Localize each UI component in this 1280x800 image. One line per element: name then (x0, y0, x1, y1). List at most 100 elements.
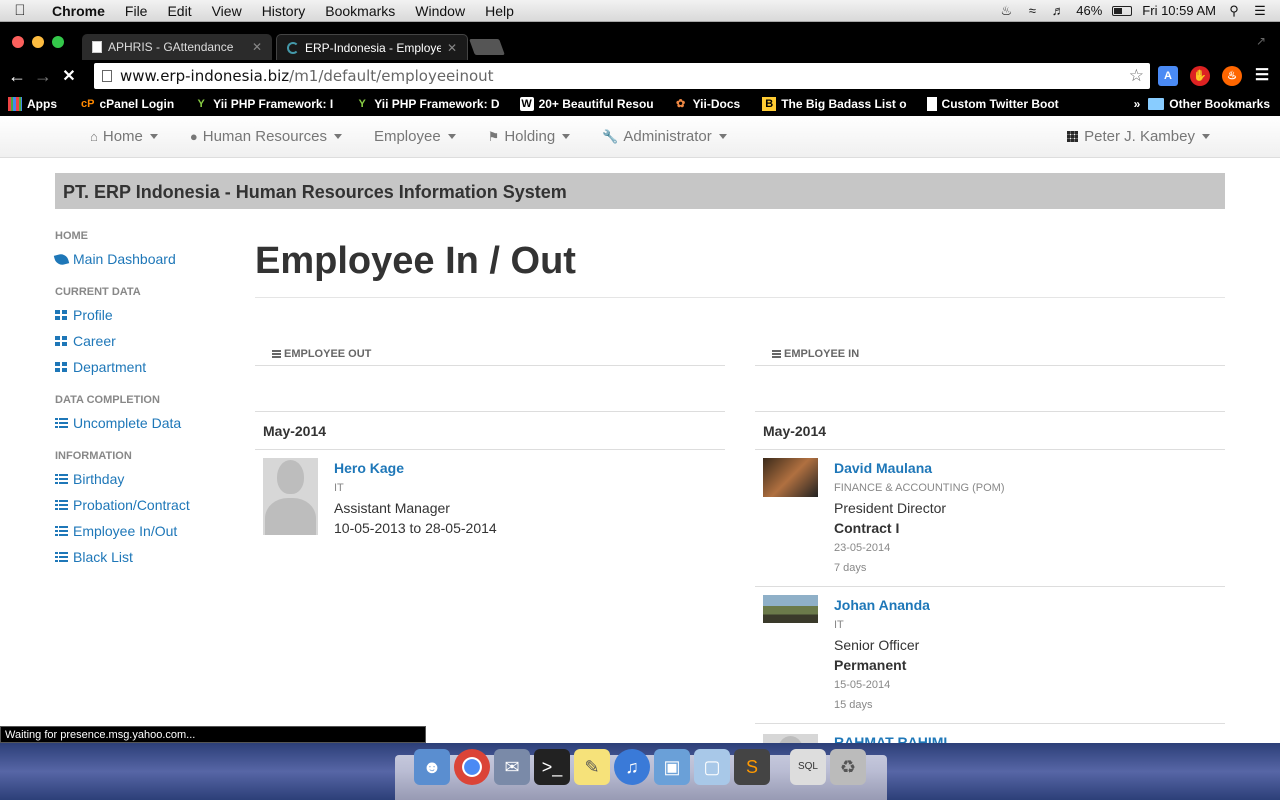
nav-home[interactable]: ⌂ Home (74, 128, 174, 145)
tab-aphris[interactable]: APHRIS - GAttendance ✕ (82, 34, 272, 60)
avatar (263, 458, 318, 535)
avatar (763, 595, 818, 623)
sql-file-icon[interactable]: SQL (790, 749, 826, 785)
sublime-text-icon[interactable]: S (734, 749, 770, 785)
days-count: 15 days (834, 699, 873, 711)
notification-list-icon[interactable]: ☰ (1252, 3, 1268, 18)
days-count: 7 days (834, 562, 867, 574)
chrome-icon[interactable] (454, 749, 490, 785)
employment-period: 10-05-2013 to 28-05-2014 (334, 520, 497, 536)
list-item: Johan Ananda IT Senior Officer Permanent… (755, 587, 1225, 724)
sidebar-item-main-dashboard[interactable]: Main Dashboard (53, 246, 245, 272)
w-icon: W (519, 97, 534, 111)
sidebar-item-department[interactable]: Department (55, 354, 245, 380)
nav-human-resources[interactable]: ● Human Resources (174, 128, 358, 145)
tiles-icon (55, 361, 68, 373)
menu-bookmarks[interactable]: Bookmarks (315, 3, 405, 19)
zoom-window-button[interactable] (52, 36, 64, 48)
sidebar-item-employee-in-out[interactable]: Employee In/Out (55, 518, 245, 544)
nav-employee[interactable]: Employee (358, 128, 472, 145)
tiles-icon (55, 335, 68, 347)
employee-department: FINANCE & ACCOUNTING (POM) (834, 482, 1005, 494)
stop-loading-icon[interactable]: ✕ (56, 66, 82, 86)
bookmark-beautiful-resources[interactable]: W 20+ Beautiful Resou (514, 97, 660, 111)
sidebar-item-profile[interactable]: Profile (55, 302, 245, 328)
menu-edit[interactable]: Edit (157, 3, 201, 19)
volume-icon[interactable]: ♬ (1050, 3, 1066, 18)
back-arrow-icon[interactable]: ← (4, 66, 30, 87)
list-item: David Maulana FINANCE & ACCOUNTING (POM)… (755, 450, 1225, 587)
bookmark-custom-twitter-bootstrap[interactable]: Custom Twitter Boot (921, 97, 1065, 111)
employee-name-link[interactable]: Hero Kage (334, 458, 497, 478)
terminal-icon[interactable]: >_ (534, 749, 570, 785)
badass-list-icon: B (762, 97, 777, 111)
spotlight-search-icon[interactable]: ⚲ (1226, 3, 1242, 18)
bookmark-label: Yii PHP Framework: I (213, 97, 334, 111)
employee-out-panel: EMPLOYEE OUT May-2014 Hero Kage IT Assis… (255, 342, 725, 546)
menu-view[interactable]: View (202, 3, 252, 19)
yii-docs-icon: ✿ (676, 98, 686, 110)
menu-help[interactable]: Help (475, 3, 524, 19)
sidebar-item-career[interactable]: Career (55, 328, 245, 354)
apple-icon[interactable]:  (0, 2, 40, 19)
translate-extension-icon[interactable]: A (1158, 66, 1178, 86)
cube-app-icon[interactable]: ▢ (694, 749, 730, 785)
tab-erp-indonesia[interactable]: ERP-Indonesia - Employee ✕ (276, 34, 468, 60)
address-bar[interactable]: www.erp-indonesia.biz/m1/default/employe… (94, 63, 1150, 89)
nav-holding[interactable]: ⚑ Holding (472, 128, 587, 145)
bookmark-cpanel[interactable]: cP cPanel Login (75, 97, 180, 111)
sidebar-item-black-list[interactable]: Black List (55, 544, 245, 570)
employee-department: IT (834, 619, 844, 631)
wifi-icon[interactable]: ≈ (1024, 3, 1040, 18)
mail-icon[interactable]: ✉ (494, 749, 530, 785)
finder-icon[interactable]: ☻ (414, 749, 450, 785)
virtualbox-icon[interactable]: ▣ (654, 749, 690, 785)
stickies-icon[interactable]: ✎ (574, 749, 610, 785)
bookmark-label: cPanel Login (99, 97, 175, 111)
bell-icon[interactable]: ♨ (998, 3, 1014, 18)
employment-status: Contract I (834, 520, 900, 536)
stop-extension-icon[interactable]: ✋ (1190, 66, 1210, 86)
bookmark-big-badass-list[interactable]: B The Big Badass List o (756, 97, 912, 111)
trash-icon[interactable]: ♻ (830, 749, 866, 785)
close-tab-icon[interactable]: ✕ (447, 41, 457, 55)
bookmark-label: The Big Badass List o (781, 97, 907, 111)
caret-down-icon (333, 134, 342, 139)
clock[interactable]: Fri 10:59 AM (1142, 3, 1216, 18)
menu-history[interactable]: History (252, 3, 316, 19)
flag-icon: ⚑ (487, 128, 500, 144)
sidebar-item-label: Profile (73, 307, 113, 323)
minimize-window-button[interactable] (32, 36, 44, 48)
employee-name-link[interactable]: Johan Ananda (834, 595, 930, 615)
sidebar-item-probation-contract[interactable]: Probation/Contract (55, 492, 245, 518)
chrome-menu-icon[interactable]: ☰ (1252, 66, 1272, 86)
itunes-icon[interactable]: ♫ (614, 749, 650, 785)
bookmark-apps[interactable]: Apps (0, 97, 63, 111)
bookmark-star-icon[interactable]: ☆ (1129, 66, 1144, 86)
nav-administrator[interactable]: 🔧 Administrator (586, 128, 743, 145)
firebug-extension-icon[interactable]: ♨ (1222, 66, 1242, 86)
menu-file[interactable]: File (115, 3, 158, 19)
menu-window[interactable]: Window (405, 3, 475, 19)
bookmark-yii-docs[interactable]: ✿ Yii-Docs (668, 97, 747, 111)
sidebar-item-uncomplete-data[interactable]: Uncomplete Data (55, 410, 245, 436)
document-icon (92, 41, 102, 53)
tiles-icon (55, 309, 68, 321)
bookmark-yii-framework-2[interactable]: Y Yii PHP Framework: D (349, 97, 505, 111)
close-window-button[interactable] (12, 36, 24, 48)
more-bookmarks-chevron[interactable]: » (1126, 97, 1149, 111)
bookmark-yii-framework-1[interactable]: Y Yii PHP Framework: I (188, 97, 339, 111)
battery-icon[interactable] (1112, 5, 1133, 16)
employee-name-link[interactable]: David Maulana (834, 458, 1005, 478)
close-tab-icon[interactable]: ✕ (252, 40, 262, 54)
list-icon (55, 417, 68, 429)
fullscreen-icon[interactable]: ↗ (1256, 34, 1266, 48)
other-bookmarks[interactable]: Other Bookmarks (1148, 97, 1280, 111)
forward-arrow-icon[interactable]: → (30, 66, 56, 87)
new-tab-button[interactable] (469, 39, 505, 55)
nav-user-menu[interactable]: Peter J. Kambey (1051, 128, 1226, 145)
menu-app-chrome[interactable]: Chrome (40, 3, 115, 19)
mac-menu-bar:  Chrome File Edit View History Bookmark… (0, 0, 1280, 22)
sidebar-item-birthday[interactable]: Birthday (55, 466, 245, 492)
panel-heading: EMPLOYEE IN (755, 342, 1225, 366)
